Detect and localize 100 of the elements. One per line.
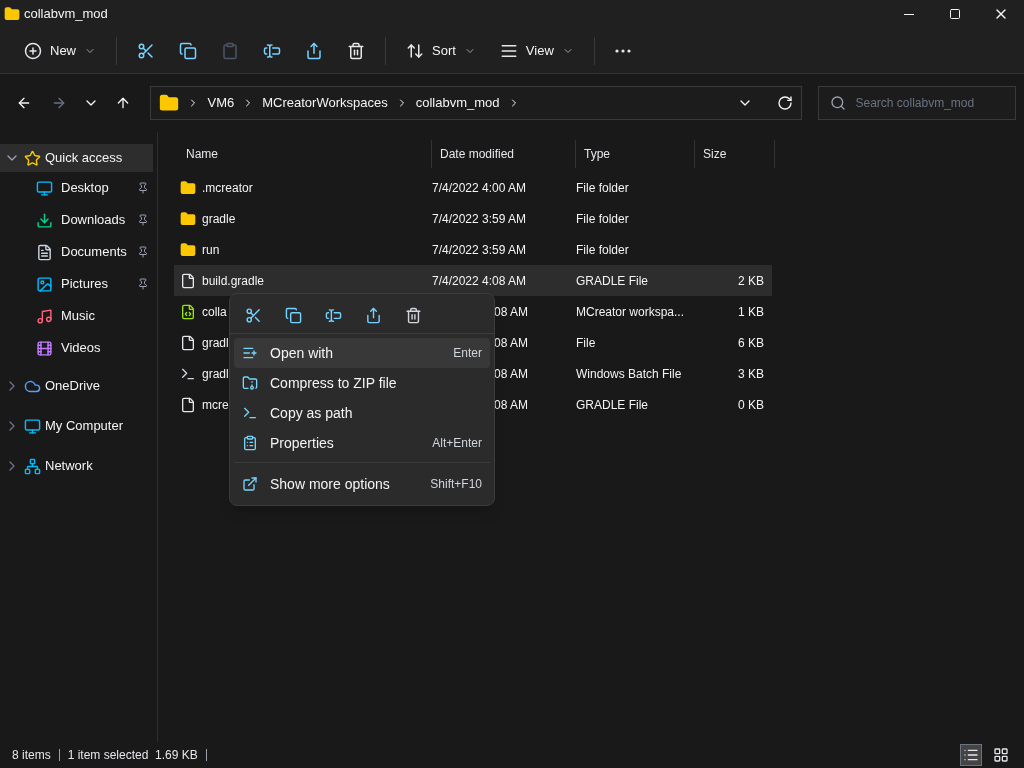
folder-icon: [4, 6, 20, 22]
size-cell: 3 KB: [738, 366, 764, 381]
shortcut-label: Alt+Enter: [432, 435, 482, 452]
more-options-icon: [242, 476, 258, 492]
maximize-icon: [949, 8, 961, 20]
file-name: run: [202, 241, 220, 259]
pin-icon: [137, 214, 149, 226]
file-name: build.gradle: [202, 272, 265, 290]
shortcut-label: Enter: [453, 345, 482, 362]
network-icon: [24, 457, 41, 475]
trash-icon: [347, 41, 365, 60]
open-with-icon: [242, 345, 258, 361]
sidebar-item[interactable]: Downloads: [0, 204, 157, 236]
file-name: gradle: [202, 210, 236, 228]
download-icon: [36, 211, 53, 229]
size-cell: 6 KB: [738, 335, 764, 350]
size-cell: 1 KB: [738, 304, 764, 319]
minimize-icon: [904, 13, 914, 15]
monitor-icon: [36, 179, 53, 197]
date-cell: 08 AM: [494, 366, 529, 381]
copy-icon: [284, 307, 302, 324]
type-cell: File folder: [576, 211, 629, 226]
menu-item[interactable]: Copy as path: [234, 398, 490, 428]
size-cell: 0 KB: [738, 397, 764, 412]
details-view-button[interactable]: [960, 744, 982, 766]
date-cell: 7/4/2022 4:00 AM: [432, 180, 527, 195]
view-button[interactable]: View: [487, 33, 586, 68]
document-icon: [36, 243, 53, 261]
type-cell: File folder: [576, 242, 629, 257]
folder-icon: [180, 179, 196, 196]
breadcrumb[interactable]: MCreatorWorkspaces: [262, 93, 388, 113]
file-name: gradl: [202, 334, 229, 352]
date-cell: 7/4/2022 4:08 AM: [432, 273, 527, 288]
sidebar-item[interactable]: My Computer: [0, 412, 153, 440]
sort-icon: [406, 41, 424, 60]
sidebar-item[interactable]: Quick access: [0, 144, 153, 172]
picture-icon: [36, 275, 53, 293]
column-header[interactable]: Type: [576, 140, 695, 168]
file-name: gradl: [202, 365, 229, 383]
type-cell: GRADLE File: [576, 397, 649, 412]
menu-item[interactable]: Open with Enter: [234, 338, 490, 368]
share-icon: [364, 307, 382, 324]
new-button[interactable]: New: [12, 33, 108, 68]
menu-item[interactable]: Show more options Shift+F10: [234, 467, 490, 501]
column-header[interactable]: Size: [695, 140, 775, 168]
file-name: mcre: [202, 396, 229, 414]
folder-icon: [180, 241, 196, 258]
search-icon: [830, 95, 847, 111]
window-title: collabvm_mod: [24, 5, 108, 24]
menu-item[interactable]: Compress to ZIP file: [234, 368, 490, 398]
file-name: .mcreator: [202, 179, 253, 197]
paste-icon: [221, 41, 239, 60]
type-cell: Windows Batch File: [576, 366, 682, 381]
path-icon: [242, 405, 258, 421]
column-header[interactable]: Date modified: [432, 140, 576, 168]
grid-icon: [993, 747, 1009, 763]
trash-icon: [404, 307, 422, 324]
pin-icon: [137, 182, 149, 194]
monitor-icon: [24, 417, 41, 435]
more-icon: [614, 48, 631, 53]
sidebar-item[interactable]: Documents: [0, 236, 157, 268]
size-cell: 2 KB: [738, 273, 764, 288]
sidebar-item[interactable]: Music: [0, 300, 157, 332]
column-header[interactable]: Name: [174, 140, 432, 168]
type-cell: File folder: [576, 180, 629, 195]
refresh-icon[interactable]: [777, 95, 794, 111]
sort-button[interactable]: Sort: [394, 33, 488, 68]
sidebar-item[interactable]: Videos: [0, 332, 157, 364]
type-cell: GRADLE File: [576, 273, 649, 288]
selection-info: 1 item selected 1.69 KB: [67, 747, 198, 764]
star-icon: [24, 149, 41, 167]
file-icon: [180, 396, 196, 413]
file-row[interactable]: build.gradle 7/4/2022 4:08 AM GRADLE File 2 KB: [174, 265, 772, 296]
shortcut-label: Shift+F10: [430, 476, 482, 493]
sidebar-item[interactable]: OneDrive: [0, 372, 153, 400]
breadcrumb[interactable]: VM6: [207, 93, 235, 113]
copy-icon: [179, 41, 197, 60]
sidebar-item[interactable]: Pictures: [0, 268, 157, 300]
list-icon: [963, 747, 979, 763]
file-name: colla: [202, 303, 227, 321]
plus-icon: [24, 41, 42, 60]
date-cell: 08 AM: [494, 304, 529, 319]
share-icon: [305, 41, 323, 60]
rename-icon: [263, 41, 281, 60]
sidebar-item[interactable]: Network: [0, 452, 153, 480]
breadcrumb[interactable]: collabvm_mod: [415, 93, 500, 113]
item-count: 8 items: [12, 747, 51, 764]
file-icon: [180, 334, 196, 351]
search-field[interactable]: Search collabvm_mod: [818, 86, 1016, 120]
type-cell: MCreator workspa...: [576, 304, 685, 319]
date-cell: 7/4/2022 3:59 AM: [432, 242, 527, 257]
cut-icon: [137, 41, 155, 60]
properties-icon: [242, 435, 258, 451]
film-icon: [36, 339, 53, 357]
pin-icon: [137, 246, 149, 258]
sidebar-item[interactable]: Desktop: [0, 172, 157, 204]
date-cell: 08 AM: [494, 397, 529, 412]
cut-icon: [244, 307, 262, 324]
pin-icon: [137, 278, 149, 290]
menu-item[interactable]: Properties Alt+Enter: [234, 428, 490, 458]
